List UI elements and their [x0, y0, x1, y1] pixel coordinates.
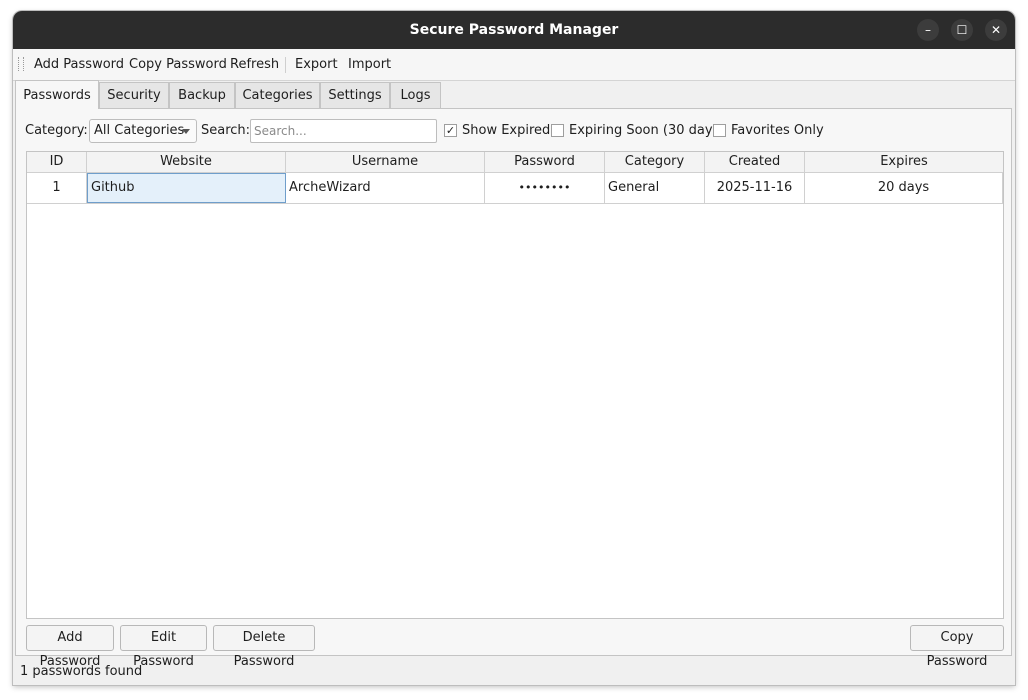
- favorites-only-label[interactable]: Favorites Only: [731, 121, 824, 141]
- cell-expires[interactable]: 20 days: [805, 173, 1003, 203]
- column-header-id[interactable]: ID: [27, 152, 87, 172]
- column-header-expires[interactable]: Expires: [805, 152, 1003, 172]
- search-input[interactable]: [250, 119, 437, 143]
- window-title: Secure Password Manager: [409, 22, 619, 38]
- favorites-only-checkbox[interactable]: [713, 124, 726, 137]
- cell-password[interactable]: ••••••••: [485, 173, 605, 203]
- minimize-icon[interactable]: –: [917, 19, 939, 41]
- toolbar: Add Password Copy Password Refresh Expor…: [13, 49, 1015, 81]
- table-header: ID Website Username Password Category Cr…: [27, 152, 1003, 173]
- maximize-icon[interactable]: ☐: [951, 19, 973, 41]
- tab-security[interactable]: Security: [99, 82, 169, 108]
- column-header-username[interactable]: Username: [286, 152, 485, 172]
- column-header-website[interactable]: Website: [87, 152, 286, 172]
- show-expired-checkbox[interactable]: ✓: [444, 124, 457, 137]
- search-label: Search:: [201, 123, 251, 138]
- edit-password-button[interactable]: Edit Password: [120, 625, 207, 669]
- cell-website[interactable]: Github: [87, 173, 286, 203]
- tab-backup[interactable]: Backup: [169, 82, 235, 108]
- toolbar-add-password-button[interactable]: Add Password: [34, 56, 124, 74]
- toolbar-separator: [285, 57, 286, 73]
- delete-password-button[interactable]: Delete Password: [213, 625, 315, 669]
- column-header-password[interactable]: Password: [485, 152, 605, 172]
- expiring-soon-checkbox[interactable]: [551, 124, 564, 137]
- tab-settings[interactable]: Settings: [320, 82, 390, 108]
- toolbar-copy-password-button[interactable]: Copy Password: [129, 56, 227, 74]
- close-icon[interactable]: ✕: [985, 19, 1007, 41]
- app-window: Secure Password Manager – ☐ ✕ Add Passwo…: [13, 11, 1015, 685]
- column-header-created[interactable]: Created: [705, 152, 805, 172]
- column-header-category[interactable]: Category: [605, 152, 705, 172]
- cell-category[interactable]: General: [605, 173, 705, 203]
- add-password-button[interactable]: Add Password: [26, 625, 114, 669]
- table-row[interactable]: 1 Github ArcheWizard •••••••• General 20…: [27, 173, 1003, 204]
- title-bar[interactable]: Secure Password Manager – ☐ ✕: [13, 11, 1015, 49]
- passwords-table[interactable]: ID Website Username Password Category Cr…: [26, 151, 1004, 619]
- show-expired-label[interactable]: Show Expired: [462, 121, 550, 141]
- cell-username[interactable]: ArcheWizard: [286, 173, 485, 203]
- toolbar-refresh-button[interactable]: Refresh: [230, 56, 279, 74]
- toolbar-import-button[interactable]: Import: [348, 56, 391, 74]
- tab-logs[interactable]: Logs: [390, 82, 441, 108]
- chevron-down-icon: [182, 129, 190, 134]
- cell-id[interactable]: 1: [27, 173, 87, 203]
- tab-passwords[interactable]: Passwords: [15, 80, 99, 109]
- passwords-panel: Category: All Categories Search: ✓ Show …: [15, 108, 1012, 669]
- status-bar-text: 1 passwords found: [20, 664, 143, 679]
- copy-password-button[interactable]: Copy Password: [910, 625, 1004, 669]
- category-select-value: All Categories: [94, 123, 185, 138]
- toolbar-grip-handle[interactable]: [18, 57, 24, 71]
- cell-created[interactable]: 2025-11-16: [705, 173, 805, 203]
- category-label: Category:: [25, 123, 88, 138]
- expiring-soon-label[interactable]: Expiring Soon (30 days): [569, 121, 724, 141]
- toolbar-export-button[interactable]: Export: [295, 56, 338, 74]
- tab-categories[interactable]: Categories: [235, 82, 320, 108]
- category-select[interactable]: All Categories: [89, 119, 197, 143]
